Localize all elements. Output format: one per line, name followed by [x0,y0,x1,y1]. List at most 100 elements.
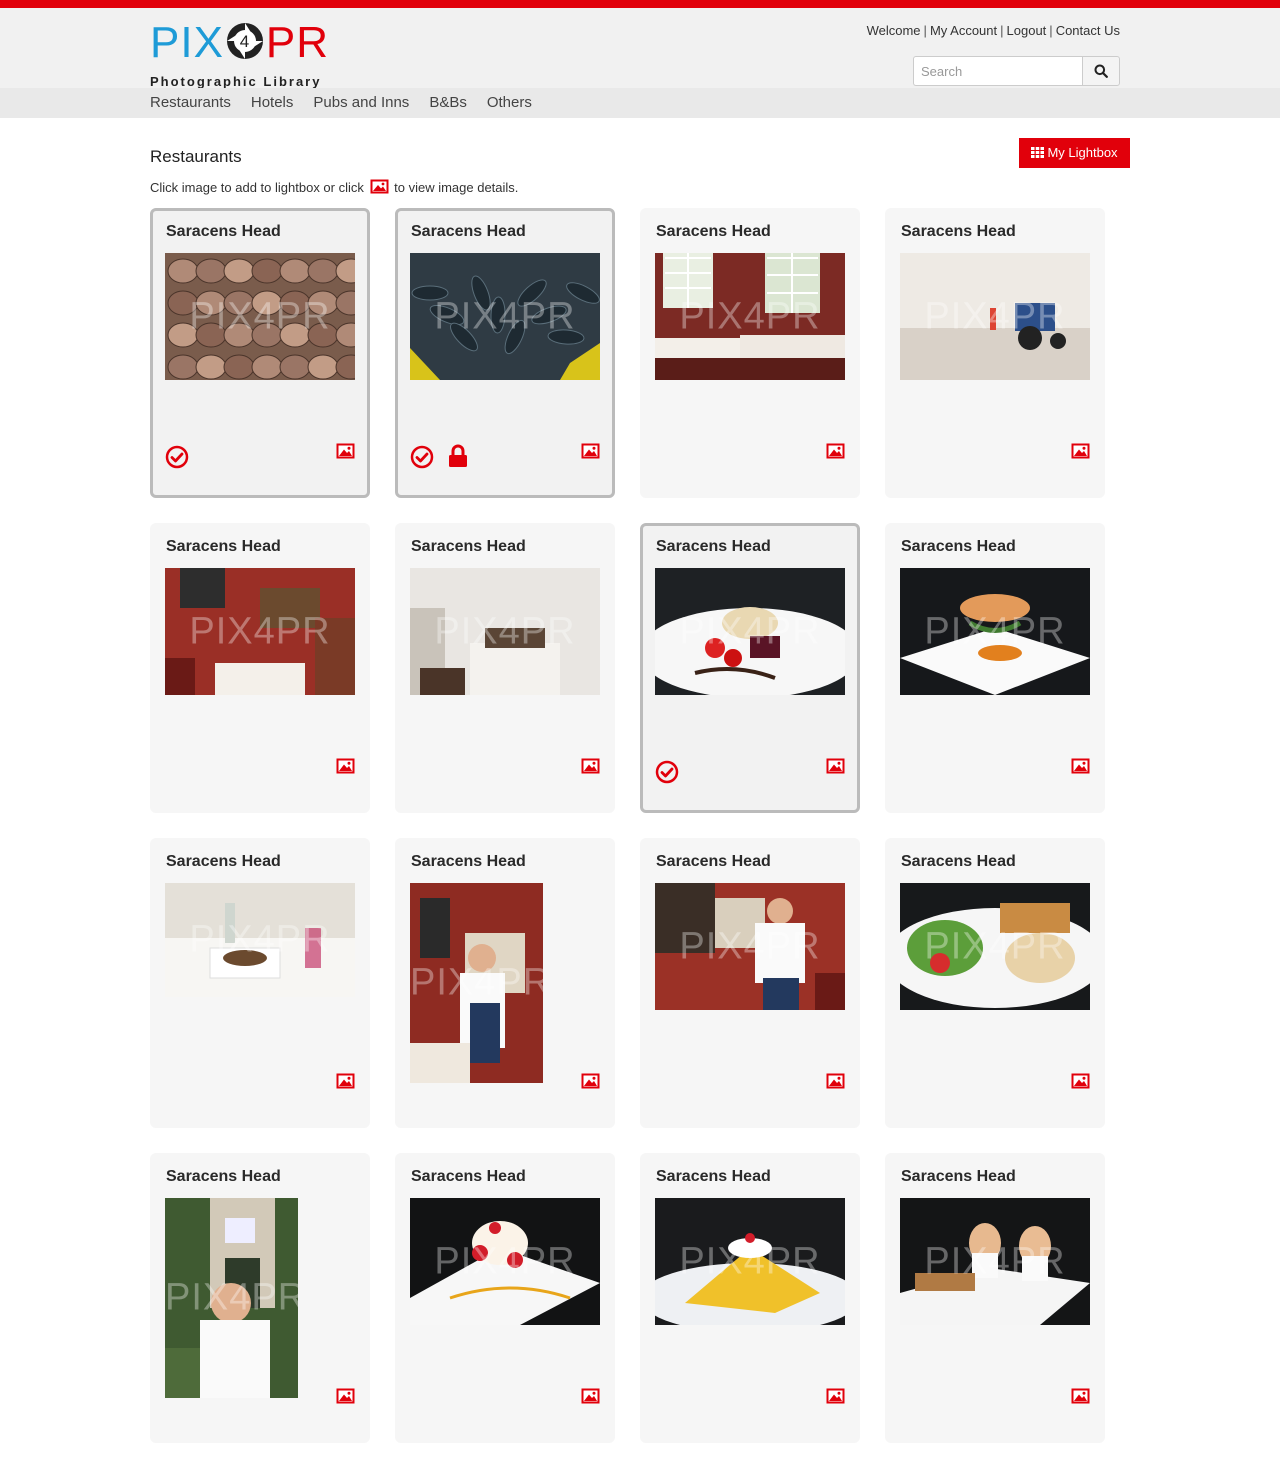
card-title: Saracens Head [166,223,281,240]
image-card[interactable]: Saracens Head PIX4PR [395,208,615,498]
nav-item-b-bs[interactable]: B&Bs [429,88,467,118]
my-account-link[interactable]: My Account [930,23,997,38]
card-image-eggs-breakfast[interactable]: PIX4PR [900,1198,1090,1325]
logo-wordmark: PIX 4 PR [150,20,329,66]
card-title: Saracens Head [901,1168,1016,1185]
welcome-link[interactable]: Welcome [867,23,921,38]
divider: | [923,23,927,38]
selected-check-icon[interactable] [165,445,189,469]
card-title: Saracens Head [411,853,526,870]
card-title: Saracens Head [166,538,281,555]
lock-icon [448,444,468,468]
card-title: Saracens Head [166,1168,281,1185]
image-card[interactable]: Saracens Head PIX4PR [150,838,370,1128]
image-details-icon [370,179,389,197]
card-image-tart-dessert[interactable]: PIX4PR [655,1198,845,1325]
image-details-icon[interactable] [336,1073,355,1089]
card-title: Saracens Head [411,538,526,555]
card-image-red-dining-room[interactable]: PIX4PR [165,568,355,695]
account-links: Welcome | My Account | Logout | Contact Us [867,23,1120,38]
image-card[interactable]: Saracens Head PIX4PR [885,208,1105,498]
image-card[interactable]: Saracens Head PIX4PR [640,1153,860,1443]
card-title: Saracens Head [901,223,1016,240]
image-card[interactable]: Saracens Head PIX4PR [150,1153,370,1443]
image-details-icon[interactable] [1071,1073,1090,1089]
card-title: Saracens Head [656,853,771,870]
site-logo[interactable]: PIX 4 PR Photographic Library [150,20,340,90]
image-card[interactable]: Saracens Head PIX4PR [395,523,615,813]
card-image-salad-plate[interactable]: PIX4PR [900,883,1090,1010]
site-header: PIX 4 PR Photographic Library Welcome | My A… [0,8,1280,90]
image-details-icon[interactable] [826,1388,845,1404]
card-title: Saracens Head [656,223,771,240]
image-details-icon[interactable] [826,1073,845,1089]
top-accent-bar [0,0,1280,8]
logo-pix: PIX [150,18,224,67]
card-image-salmon-dish[interactable]: PIX4PR [900,568,1090,695]
selected-check-icon[interactable] [410,445,434,469]
image-details-icon[interactable] [1071,443,1090,459]
category-nav: Restaurants Hotels Pubs and Inns B&Bs Others [0,88,1280,118]
aperture-icon: 4 [225,21,265,61]
image-card[interactable]: Saracens Head PIX4PR [150,523,370,813]
grid-icon [1031,147,1045,158]
nav-item-hotels[interactable]: Hotels [251,88,294,118]
image-details-icon[interactable] [581,758,600,774]
instructions: Click image to add to lightbox or click … [150,179,518,197]
svg-text:4: 4 [240,32,250,51]
nav-item-others[interactable]: Others [487,88,532,118]
page-title: Restaurants [150,147,242,166]
image-details-icon[interactable] [581,443,600,459]
logo-pr: PR [265,18,330,67]
image-details-icon[interactable] [336,443,355,459]
card-image-beach-tractor[interactable]: PIX4PR [900,253,1090,380]
card-title: Saracens Head [656,1168,771,1185]
image-details-icon[interactable] [1071,1388,1090,1404]
card-image-chef-outside[interactable]: PIX4PR [165,1198,298,1398]
category-nav-items: Restaurants Hotels Pubs and Inns B&Bs Others [150,88,552,118]
image-card[interactable]: Saracens Head PIX4PR [640,523,860,813]
card-image-crabs[interactable]: PIX4PR [165,253,355,380]
image-card[interactable]: Saracens Head PIX4PR [150,208,370,498]
instructions-text-before: Click image to add to lightbox or click [150,180,364,195]
nav-item-restaurants[interactable]: Restaurants [150,88,231,118]
image-card[interactable]: Saracens Head PIX4PR [640,838,860,1128]
image-card[interactable]: Saracens Head PIX4PR [395,1153,615,1443]
card-image-lobsters[interactable]: PIX4PR [410,253,600,380]
divider: | [1000,23,1004,38]
search-input[interactable] [913,56,1083,86]
card-title: Saracens Head [901,538,1016,555]
card-image-chef-bar[interactable]: PIX4PR [655,883,845,1010]
card-image-strawberry-dessert[interactable]: PIX4PR [410,1198,600,1325]
card-title: Saracens Head [656,538,771,555]
image-details-icon[interactable] [581,1388,600,1404]
image-details-icon[interactable] [1071,758,1090,774]
card-title: Saracens Head [166,853,281,870]
card-image-chef-portrait[interactable]: PIX4PR [410,883,543,1083]
instructions-text-after: to view image details. [394,180,519,195]
image-details-icon[interactable] [826,758,845,774]
card-image-plated-dish[interactable]: PIX4PR [655,568,845,695]
contact-us-link[interactable]: Contact Us [1056,23,1120,38]
search-icon [1094,64,1108,78]
card-title: Saracens Head [901,853,1016,870]
card-image-dining-room[interactable]: PIX4PR [655,253,845,380]
image-card[interactable]: Saracens Head PIX4PR [395,838,615,1128]
image-card[interactable]: Saracens Head PIX4PR [885,838,1105,1128]
divider: | [1049,23,1053,38]
card-image-table-setting[interactable]: PIX4PR [165,883,355,997]
image-details-icon[interactable] [826,443,845,459]
image-details-icon[interactable] [581,1073,600,1089]
nav-item-pubs-and-inns[interactable]: Pubs and Inns [313,88,409,118]
image-details-icon[interactable] [336,758,355,774]
image-card[interactable]: Saracens Head PIX4PR [640,208,860,498]
card-image-bedroom[interactable]: PIX4PR [410,568,600,695]
my-lightbox-button[interactable]: My Lightbox [1019,138,1130,168]
selected-check-icon[interactable] [655,760,679,784]
search-button[interactable] [1082,56,1120,86]
image-card[interactable]: Saracens Head PIX4PR [885,523,1105,813]
my-lightbox-label: My Lightbox [1047,145,1118,160]
image-details-icon[interactable] [336,1388,355,1404]
logout-link[interactable]: Logout [1007,23,1047,38]
image-card[interactable]: Saracens Head PIX4PR [885,1153,1105,1443]
